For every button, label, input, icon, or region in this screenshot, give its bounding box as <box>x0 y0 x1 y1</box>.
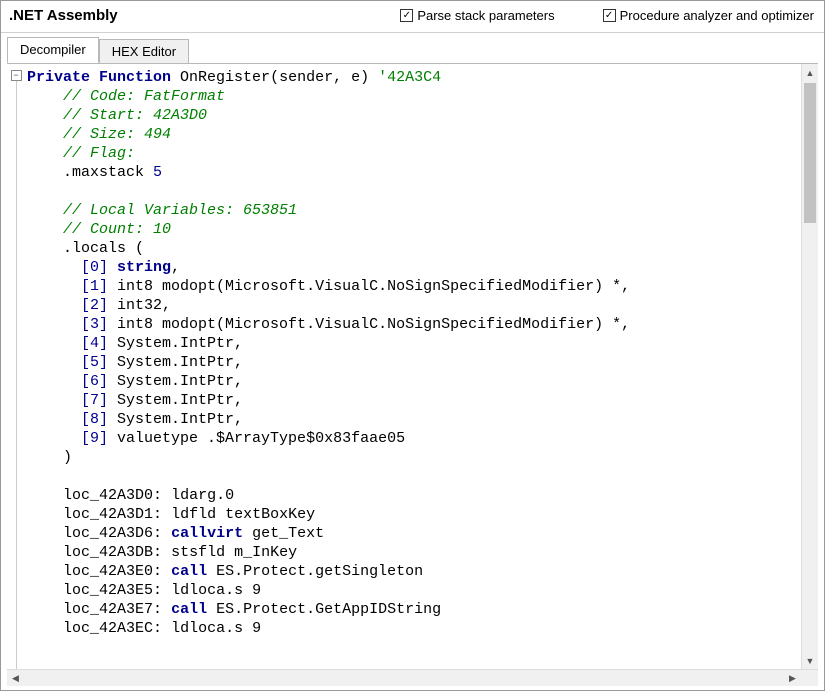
panel-title: .NET Assembly <box>9 7 118 24</box>
fold-toggle-icon[interactable]: − <box>11 70 22 81</box>
scroll-thumb[interactable] <box>804 83 816 223</box>
code-panel: − Private Function OnRegister(sender, e)… <box>7 63 818 669</box>
checkbox-label: Parse stack parameters <box>417 8 554 23</box>
scroll-up-icon[interactable]: ▲ <box>802 64 818 81</box>
toolbar: .NET Assembly ✓ Parse stack parameters ✓… <box>1 1 824 33</box>
scroll-left-icon[interactable]: ◀ <box>7 670 24 686</box>
checkbox-icon: ✓ <box>400 9 413 22</box>
code-area[interactable]: Private Function OnRegister(sender, e) '… <box>25 64 801 669</box>
vertical-scrollbar[interactable]: ▲ ▼ <box>801 64 818 669</box>
scroll-track[interactable] <box>24 670 784 686</box>
scroll-track[interactable] <box>802 81 818 652</box>
checkbox-icon: ✓ <box>603 9 616 22</box>
tab-decompiler[interactable]: Decompiler <box>7 37 99 63</box>
parse-stack-checkbox[interactable]: ✓ Parse stack parameters <box>400 8 554 23</box>
scroll-corner <box>801 670 818 686</box>
scroll-right-icon[interactable]: ▶ <box>784 670 801 686</box>
checkbox-label: Procedure analyzer and optimizer <box>620 8 814 23</box>
procedure-analyzer-checkbox[interactable]: ✓ Procedure analyzer and optimizer <box>603 8 814 23</box>
gutter: − <box>7 64 25 669</box>
scroll-down-icon[interactable]: ▼ <box>802 652 818 669</box>
tab-hex-editor[interactable]: HEX Editor <box>99 39 189 64</box>
horizontal-scrollbar[interactable]: ◀ ▶ <box>7 669 818 686</box>
tab-bar: Decompiler HEX Editor <box>1 33 824 63</box>
